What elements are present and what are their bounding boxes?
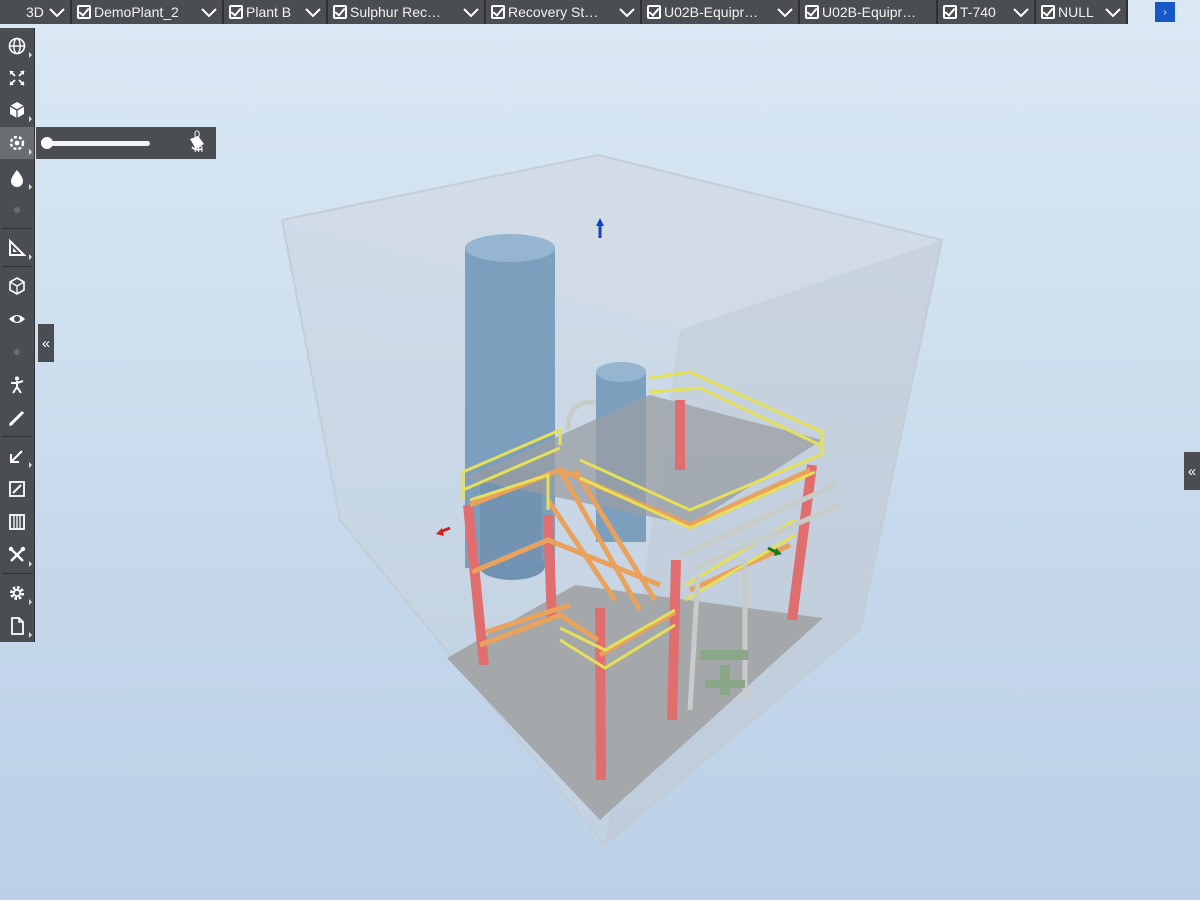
- breadcrumb-label: Sulphur Rec…: [350, 4, 442, 20]
- breadcrumb-t740[interactable]: T-740: [938, 0, 1036, 24]
- wireframe-button[interactable]: [0, 270, 34, 302]
- tools-button[interactable]: [0, 539, 34, 571]
- water-drop-icon: [11, 170, 23, 187]
- panel-toggle-button[interactable]: ›: [1155, 2, 1175, 22]
- disabled-tool-button[interactable]: [0, 194, 34, 226]
- measure-button[interactable]: [0, 232, 34, 264]
- breadcrumb-recovery[interactable]: Recovery St…: [486, 0, 642, 24]
- disabled-icon-2: [14, 349, 20, 355]
- tools-icon: [8, 546, 26, 562]
- clip-distance-panel: 0 m: [36, 127, 216, 159]
- checkbox[interactable]: [333, 5, 347, 19]
- walk-icon: [11, 376, 24, 394]
- grid-icon: [9, 514, 25, 530]
- breadcrumb-bar: 3D DemoPlant_2 Plant B Sulphur Rec… Reco…: [0, 0, 1128, 24]
- checkbox[interactable]: [1041, 5, 1055, 19]
- fit-view-icon: [9, 70, 25, 86]
- chevron-down-icon[interactable]: [460, 0, 482, 24]
- checkbox[interactable]: [77, 5, 91, 19]
- breadcrumb-3d[interactable]: 3D: [0, 0, 72, 24]
- breadcrumb-u02b-1[interactable]: U02B-Equipr…: [642, 0, 800, 24]
- breadcrumb-label: DemoPlant_2: [94, 4, 179, 20]
- edit-box-button[interactable]: [0, 473, 34, 505]
- disabled-tool-button-2[interactable]: [0, 336, 34, 368]
- breadcrumb-demoplant[interactable]: DemoPlant_2: [72, 0, 224, 24]
- arrow-icon: [10, 450, 23, 463]
- fit-view-button[interactable]: [0, 62, 34, 94]
- breadcrumb-label: Plant B: [246, 4, 292, 20]
- breadcrumb-plant-b[interactable]: Plant B: [224, 0, 328, 24]
- globe-tool-button[interactable]: [0, 30, 34, 62]
- document-icon: [11, 617, 24, 635]
- breadcrumb-label: T-740: [960, 4, 996, 20]
- toolbar-divider: [2, 228, 32, 229]
- chevron-down-icon[interactable]: [774, 0, 796, 24]
- chevron-down-icon[interactable]: [198, 0, 220, 24]
- toolbar-divider: [2, 266, 32, 267]
- chevron-down-icon[interactable]: [46, 0, 68, 24]
- pencil-icon: [9, 410, 25, 426]
- clip-box-icon: [9, 135, 25, 151]
- edit-box-icon: [9, 481, 25, 497]
- breadcrumb-label: 3D: [26, 4, 44, 20]
- grid-button[interactable]: [0, 506, 34, 538]
- chevron-down-icon[interactable]: [616, 0, 638, 24]
- toolbar-divider: [2, 436, 32, 437]
- breadcrumb-null[interactable]: NULL: [1036, 0, 1128, 24]
- water-drop-button[interactable]: [0, 162, 34, 194]
- checkbox[interactable]: [229, 5, 243, 19]
- cube-icon: [9, 102, 25, 118]
- clip-box-button[interactable]: [0, 127, 34, 159]
- breadcrumb-label: Recovery St…: [508, 4, 599, 20]
- breadcrumb-sulphur[interactable]: Sulphur Rec…: [328, 0, 486, 24]
- toolbar-divider: [2, 573, 32, 574]
- arrow-tool-button[interactable]: [0, 440, 34, 472]
- settings-button[interactable]: [0, 577, 34, 609]
- left-toolbar: [0, 28, 35, 642]
- eye-icon: [9, 315, 25, 323]
- wireframe-cube-icon: [9, 277, 25, 295]
- document-button[interactable]: [0, 610, 34, 642]
- chevron-down-icon[interactable]: [1102, 0, 1124, 24]
- checkbox[interactable]: [491, 5, 505, 19]
- tall-vessel: [465, 234, 555, 580]
- measure-icon: [9, 238, 27, 256]
- cube-view-button[interactable]: [0, 94, 34, 126]
- walk-button[interactable]: [0, 369, 34, 401]
- collapse-left-panel-button[interactable]: «: [38, 324, 54, 362]
- distance-slider-track[interactable]: [44, 141, 150, 146]
- distance-slider-handle[interactable]: [41, 137, 53, 149]
- breadcrumb-label: NULL: [1058, 4, 1094, 20]
- checkbox[interactable]: [647, 5, 661, 19]
- reset-slider-icon[interactable]: [186, 133, 208, 153]
- pencil-button[interactable]: [0, 402, 34, 434]
- breadcrumb-u02b-2[interactable]: U02B-Equipr…: [800, 0, 938, 24]
- breadcrumb-label: U02B-Equipr…: [822, 4, 917, 20]
- visibility-button[interactable]: [0, 303, 34, 335]
- breadcrumb-label: U02B-Equipr…: [664, 4, 759, 20]
- disabled-icon: [14, 207, 20, 213]
- chevron-down-icon[interactable]: [302, 0, 324, 24]
- checkbox[interactable]: [805, 5, 819, 19]
- checkbox[interactable]: [943, 5, 957, 19]
- settings-icon: [10, 586, 24, 600]
- collapse-right-panel-button[interactable]: «: [1184, 452, 1200, 490]
- globe-icon: [8, 37, 26, 55]
- chevron-down-icon[interactable]: [1010, 0, 1032, 24]
